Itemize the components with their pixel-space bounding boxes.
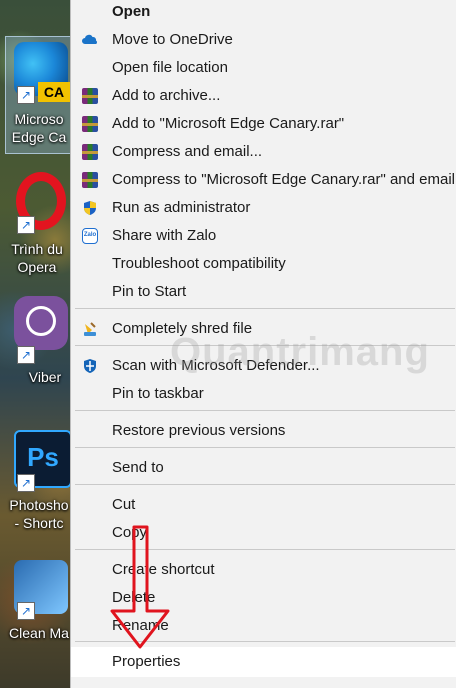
menu-item-label: Open	[112, 3, 151, 20]
menu-separator	[75, 308, 455, 309]
menu-item-add-to-archive[interactable]: Add to archive...	[71, 82, 456, 110]
shredder-icon	[82, 321, 98, 337]
menu-item-label: Open file location	[112, 59, 228, 76]
desktop-icon-label: Opera	[17, 259, 57, 275]
menu-item-pin-to-start[interactable]: Pin to Start	[71, 278, 456, 306]
shortcut-arrow-icon: ↗	[17, 602, 35, 620]
menu-item-pin-to-taskbar[interactable]: Pin to taskbar	[71, 380, 456, 408]
menu-item-send-to[interactable]: Send to	[71, 454, 456, 482]
menu-item-label: Add to archive...	[112, 87, 221, 104]
menu-item-label: Scan with Microsoft Defender...	[112, 357, 320, 374]
menu-item-label: Create shortcut	[112, 561, 215, 578]
menu-item-label: Move to OneDrive	[112, 31, 233, 48]
menu-item-open[interactable]: Open	[71, 0, 456, 26]
menu-item-label: Run as administrator	[112, 199, 251, 216]
menu-item-open-file-location[interactable]: Open file location	[71, 54, 456, 82]
menu-item-label: Delete	[112, 589, 156, 606]
menu-item-label: Send to	[112, 459, 164, 476]
shortcut-arrow-icon: ↗	[17, 474, 35, 492]
desktop-icon-label: Photosho	[9, 497, 69, 513]
menu-item-label: Properties	[112, 653, 181, 670]
menu-item-troubleshoot-compatibility[interactable]: Troubleshoot compatibility	[71, 250, 456, 278]
defender-icon	[82, 358, 98, 374]
winrar-icon	[82, 144, 98, 160]
menu-item-label: Pin to taskbar	[112, 385, 204, 402]
onedrive-cloud-icon	[82, 32, 98, 48]
shortcut-arrow-icon: ↗	[17, 216, 35, 234]
menu-separator	[75, 641, 455, 642]
menu-item-share-with-zalo[interactable]: Zalo Share with Zalo	[71, 222, 456, 250]
menu-item-cut[interactable]: Cut	[71, 491, 456, 519]
desktop-icon-label: Trình du	[11, 241, 63, 257]
menu-item-scan-with-defender[interactable]: Scan with Microsoft Defender...	[71, 352, 456, 380]
menu-item-label: Share with Zalo	[112, 227, 217, 244]
desktop-icon-label: Edge Ca	[11, 129, 67, 145]
menu-item-compress-to-rar-and-email[interactable]: Compress to "Microsoft Edge Canary.rar" …	[71, 166, 456, 194]
menu-item-label: Compress and email...	[112, 143, 263, 160]
menu-item-label: Completely shred file	[112, 320, 253, 337]
menu-item-label: Pin to Start	[112, 283, 187, 300]
menu-item-restore-previous-versions[interactable]: Restore previous versions	[71, 417, 456, 445]
menu-item-delete[interactable]: Delete	[71, 584, 456, 612]
menu-item-label: Rename	[112, 617, 169, 634]
menu-item-label: Restore previous versions	[112, 422, 286, 439]
menu-item-label: Add to "Microsoft Edge Canary.rar"	[112, 115, 345, 132]
menu-separator	[75, 447, 455, 448]
viber-icon	[14, 296, 68, 350]
menu-item-copy[interactable]: Copy	[71, 519, 456, 547]
menu-separator	[75, 345, 455, 346]
menu-separator	[75, 484, 455, 485]
desktop-icon-label: Clean Ma	[9, 625, 69, 641]
menu-item-rename[interactable]: Rename	[71, 612, 456, 640]
menu-item-label: Copy	[112, 524, 148, 541]
desktop-background: CA ↗ Microso Edge Ca ↗ Trình du Opera ↗ …	[0, 0, 75, 688]
menu-item-label: Compress to "Microsoft Edge Canary.rar" …	[112, 171, 456, 188]
menu-separator	[75, 410, 455, 411]
uac-shield-icon	[82, 200, 98, 216]
shortcut-arrow-icon: ↗	[17, 86, 35, 104]
desktop-icon-label: Viber	[28, 369, 62, 385]
menu-item-run-as-administrator[interactable]: Run as administrator	[71, 194, 456, 222]
zalo-icon: Zalo	[82, 228, 98, 244]
menu-item-create-shortcut[interactable]: Create shortcut	[71, 556, 456, 584]
winrar-icon	[82, 116, 98, 132]
menu-item-completely-shred-file[interactable]: Completely shred file	[71, 315, 456, 343]
menu-item-label: Troubleshoot compatibility	[112, 255, 286, 272]
winrar-icon	[82, 172, 98, 188]
winrar-icon	[82, 88, 98, 104]
menu-separator	[75, 549, 455, 550]
menu-item-compress-and-email[interactable]: Compress and email...	[71, 138, 456, 166]
shortcut-arrow-icon: ↗	[17, 346, 35, 364]
context-menu: Open Move to OneDrive Open file location…	[70, 0, 456, 688]
desktop-icon-label: - Shortc	[14, 515, 64, 531]
canary-badge: CA	[38, 82, 70, 102]
menu-item-add-to-rar[interactable]: Add to "Microsoft Edge Canary.rar"	[71, 110, 456, 138]
menu-item-properties[interactable]: Properties	[71, 647, 456, 677]
desktop-icon-label: Microso	[14, 111, 64, 127]
menu-item-label: Cut	[112, 496, 136, 513]
menu-item-move-to-onedrive[interactable]: Move to OneDrive	[71, 26, 456, 54]
